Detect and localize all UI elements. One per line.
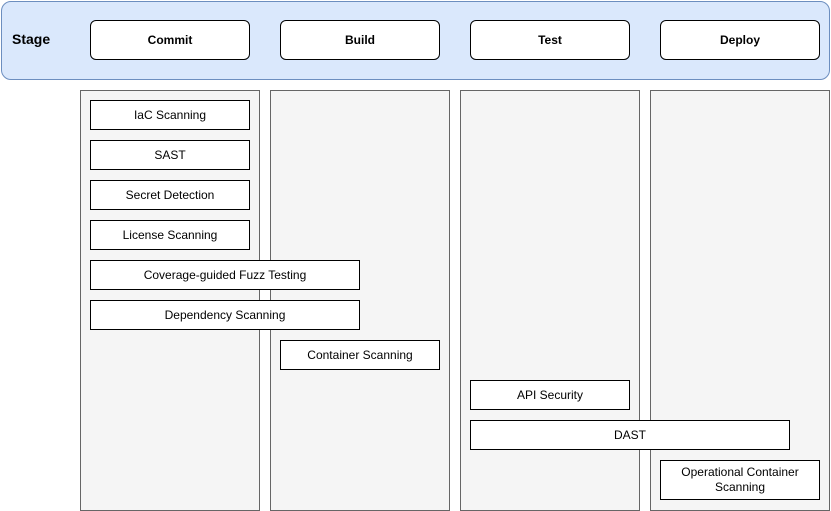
scan-operational-container[interactable]: Operational Container Scanning [660, 460, 820, 500]
scan-api-security[interactable]: API Security [470, 380, 630, 410]
scan-dependency[interactable]: Dependency Scanning [90, 300, 360, 330]
stage-label: Stage [12, 31, 51, 47]
scan-dast[interactable]: DAST [470, 420, 790, 450]
scan-container[interactable]: Container Scanning [280, 340, 440, 370]
scan-license[interactable]: License Scanning [90, 220, 250, 250]
stage-commit[interactable]: Commit [90, 20, 250, 60]
scan-fuzz-testing[interactable]: Coverage-guided Fuzz Testing [90, 260, 360, 290]
stage-build[interactable]: Build [280, 20, 440, 60]
stage-deploy[interactable]: Deploy [660, 20, 820, 60]
scan-iac[interactable]: IaC Scanning [90, 100, 250, 130]
scan-sast[interactable]: SAST [90, 140, 250, 170]
scan-secret-detection[interactable]: Secret Detection [90, 180, 250, 210]
stage-test[interactable]: Test [470, 20, 630, 60]
